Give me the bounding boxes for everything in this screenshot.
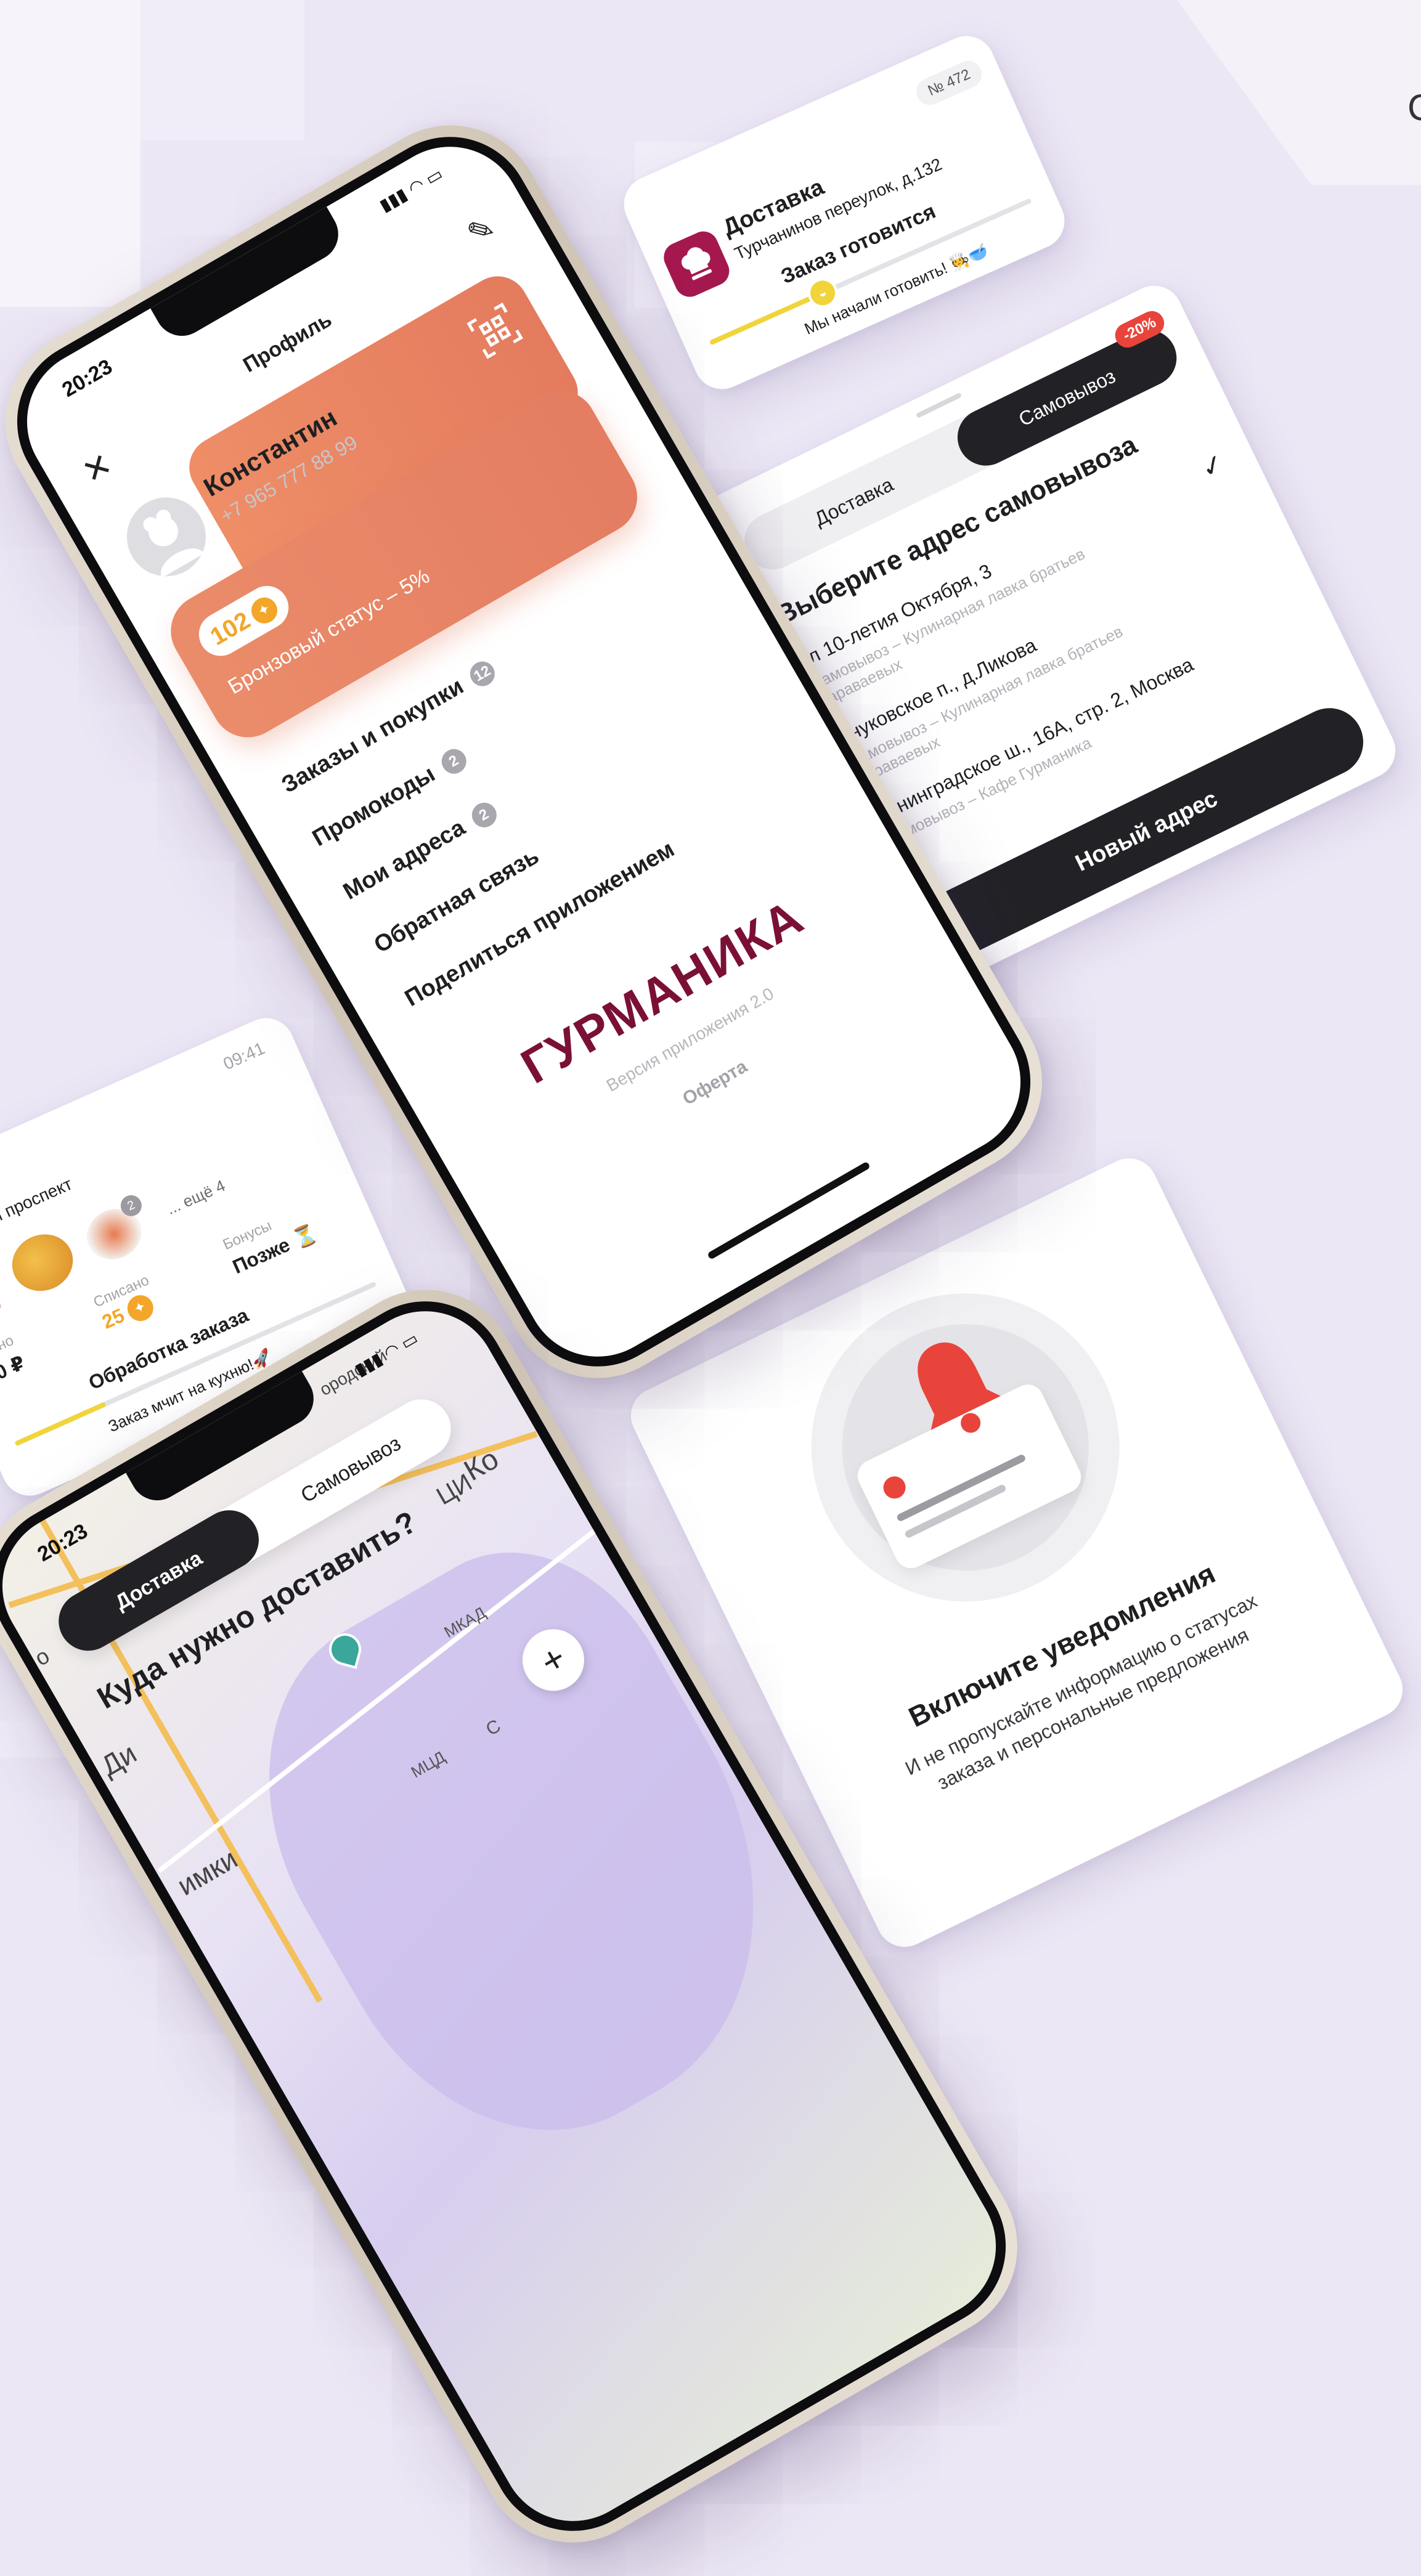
corner-fragment-text: С xyxy=(1407,87,1421,128)
order-progress-fill xyxy=(14,1401,107,1447)
order-time: 09:41 xyxy=(220,1038,268,1074)
status-icons: ▮▮▮ ◠ ▭ xyxy=(376,164,446,216)
more-items-text: ... ещё 4 xyxy=(163,1176,228,1219)
item-thumb-dish xyxy=(3,1224,83,1301)
bg-tile xyxy=(0,140,140,307)
tab-pickup[interactable]: Самовывоз xyxy=(948,320,1186,476)
item-thumb-sauce xyxy=(0,1265,4,1328)
notification-illustration xyxy=(759,1241,1172,1654)
item-count-badge: 2 xyxy=(0,1257,2,1285)
map-label: Ди xyxy=(95,1736,142,1782)
bg-corner-shape xyxy=(1177,0,1421,185)
order-number-badge: № 472 xyxy=(912,56,987,110)
status-icons: ▮▮▮ ◠ ▭ xyxy=(351,1328,421,1380)
promocodes-count-badge: 2 xyxy=(437,744,471,779)
bonus-coin-icon: ✦ xyxy=(246,593,282,628)
addresses-count-badge: 2 xyxy=(467,798,501,832)
delivery-progress-fill xyxy=(709,291,824,346)
notifications-text: И не пропускайте информацию о статусах xyxy=(902,1589,1261,1780)
app-icon xyxy=(659,226,735,302)
order-items-row: 2 2 ... ещё 4 xyxy=(0,1111,327,1334)
paid-value: 50 ₽ xyxy=(0,1351,28,1389)
delivery-status-card[interactable]: Доставка Турчанинов переулок, д.132 № 47… xyxy=(614,26,1074,399)
bg-tile xyxy=(140,0,304,140)
orders-count-badge: 12 xyxy=(465,657,500,691)
status-time: 20:23 xyxy=(58,354,116,402)
bonus-points: 102 xyxy=(205,606,255,651)
home-indicator[interactable] xyxy=(707,1161,871,1260)
drag-handle[interactable] xyxy=(915,392,963,419)
bg-tile xyxy=(0,0,140,140)
